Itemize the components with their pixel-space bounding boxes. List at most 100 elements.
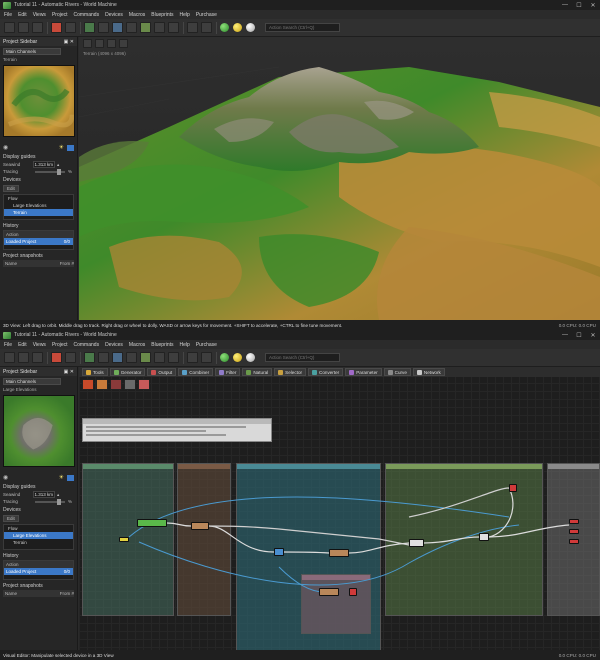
menu-help[interactable]: Help [180,12,190,18]
tab-natural[interactable]: Natural [242,368,273,376]
menu-help[interactable]: Help [180,342,190,348]
menu-devices[interactable]: Devices [105,342,123,348]
menu-commands[interactable]: Commands [74,12,100,18]
menu-edit[interactable]: Edit [18,342,27,348]
tab-tools[interactable]: Tools [82,368,108,376]
new-project-icon[interactable] [4,22,15,33]
view-explorer-icon[interactable] [126,352,137,363]
light-icon[interactable]: ☀ [59,474,64,481]
node-red-output-2[interactable] [569,529,579,534]
tree-item-terrain[interactable]: Terrain [4,539,73,546]
tracing-slider[interactable] [35,168,65,175]
view-3d-icon[interactable] [84,22,95,33]
node-red-output-1[interactable] [569,519,579,524]
view-extents-icon[interactable] [154,352,165,363]
zoom-icon[interactable] [119,39,128,48]
light-icon[interactable]: ☀ [59,144,64,151]
device-stamp-icon[interactable] [110,379,122,390]
tab-parameter[interactable]: Parameter [345,368,382,376]
tree-item-terrain[interactable]: Terrain [4,209,73,216]
eye-icon[interactable]: ◉ [3,144,8,151]
tree-item-flow[interactable]: Flow [4,525,73,532]
device-library-icon[interactable] [138,379,150,390]
tab-selector[interactable]: Selector [274,368,307,376]
edit-button[interactable]: Edit [3,185,19,192]
render-icon[interactable] [187,352,198,363]
pin-icon[interactable]: ▣ [64,39,69,45]
device-advanced-icon[interactable] [96,379,108,390]
render-icon[interactable] [187,22,198,33]
camera-icon[interactable] [201,22,212,33]
minimize-button[interactable]: — [558,332,572,338]
view-layout-icon[interactable] [112,352,123,363]
menu-file[interactable]: File [4,342,12,348]
menu-purchase[interactable]: Purchase [196,12,217,18]
tree-item-large-elevations[interactable]: Large Elevations [4,202,73,209]
menu-views[interactable]: Views [33,342,46,348]
maximize-button[interactable]: ☐ [572,332,586,339]
render-mode-icon[interactable] [107,39,116,48]
yellow-status-icon[interactable] [233,353,242,362]
node-white-selector[interactable] [409,539,424,547]
menu-views[interactable]: Views [33,12,46,18]
view-explorer-icon[interactable] [126,22,137,33]
open-project-icon[interactable] [18,22,29,33]
save-project-icon[interactable] [32,22,43,33]
history-row[interactable]: Loaded Project 0/0 [4,568,73,575]
tab-generator[interactable]: Generator [109,368,146,376]
node-brown-lower[interactable] [319,588,339,596]
view-split-icon[interactable] [168,22,179,33]
device-layout-icon[interactable] [124,379,136,390]
node-white-right[interactable] [479,533,489,541]
view-graph-icon[interactable] [98,22,109,33]
action-search-input[interactable]: Action Search (Ctrl+Q) [265,23,340,32]
tab-filter[interactable]: Filter [215,368,241,376]
tracing-slider[interactable] [35,498,65,505]
seawind-field[interactable]: 1.313 km [33,161,55,168]
menu-file[interactable]: File [4,12,12,18]
view-3d-icon[interactable] [84,352,95,363]
view-graph-icon[interactable] [98,352,109,363]
menu-devices[interactable]: Devices [105,12,123,18]
menu-blueprints[interactable]: Blueprints [151,12,173,18]
node-brown-erosion[interactable] [329,549,349,557]
menu-edit[interactable]: Edit [18,12,27,18]
build-icon[interactable] [51,22,62,33]
menu-macros[interactable]: Macros [129,12,145,18]
close-icon[interactable]: ✕ [70,39,74,45]
group-frame-mauve[interactable] [301,574,371,634]
menu-macros[interactable]: Macros [129,342,145,348]
node-brown-filter[interactable] [191,522,209,530]
menu-project[interactable]: Project [52,342,68,348]
tab-output[interactable]: Output [147,368,177,376]
minimize-button[interactable]: — [558,2,572,8]
node-red-lower[interactable] [349,588,357,596]
yellow-status-icon[interactable] [233,23,242,32]
tab-curve[interactable]: Curve [383,368,411,376]
channel-select[interactable]: Main Channels [3,378,61,385]
device-erosion-icon[interactable] [82,379,94,390]
tree-item-flow[interactable]: Flow [4,195,73,202]
open-project-icon[interactable] [18,352,29,363]
comment-note[interactable] [82,418,272,442]
close-button[interactable]: ✕ [586,2,600,9]
view-extents-icon[interactable] [154,22,165,33]
tab-combiner[interactable]: Combiner [178,368,214,376]
view-split-icon[interactable] [168,352,179,363]
node-yellow-small[interactable] [119,537,129,542]
white-status-icon[interactable] [246,23,255,32]
view-terrain-icon[interactable] [140,22,151,33]
menu-blueprints[interactable]: Blueprints [151,342,173,348]
3d-viewport[interactable]: Terrain (4096 x 4096) [79,37,600,320]
menu-project[interactable]: Project [52,12,68,18]
build-settings-icon[interactable] [65,352,76,363]
view-terrain-icon[interactable] [140,352,151,363]
device-graph-canvas[interactable]: Tools Generator Output Combiner Filter N… [79,367,600,650]
edit-button[interactable]: Edit [3,515,19,522]
spinner-icon[interactable]: ▴ [57,492,59,498]
pin-icon[interactable]: ▣ [64,369,69,375]
maximize-button[interactable]: ☐ [572,2,586,9]
menu-purchase[interactable]: Purchase [196,342,217,348]
channel-select[interactable]: Main Channels [3,48,61,55]
tab-network[interactable]: Network [412,368,445,376]
